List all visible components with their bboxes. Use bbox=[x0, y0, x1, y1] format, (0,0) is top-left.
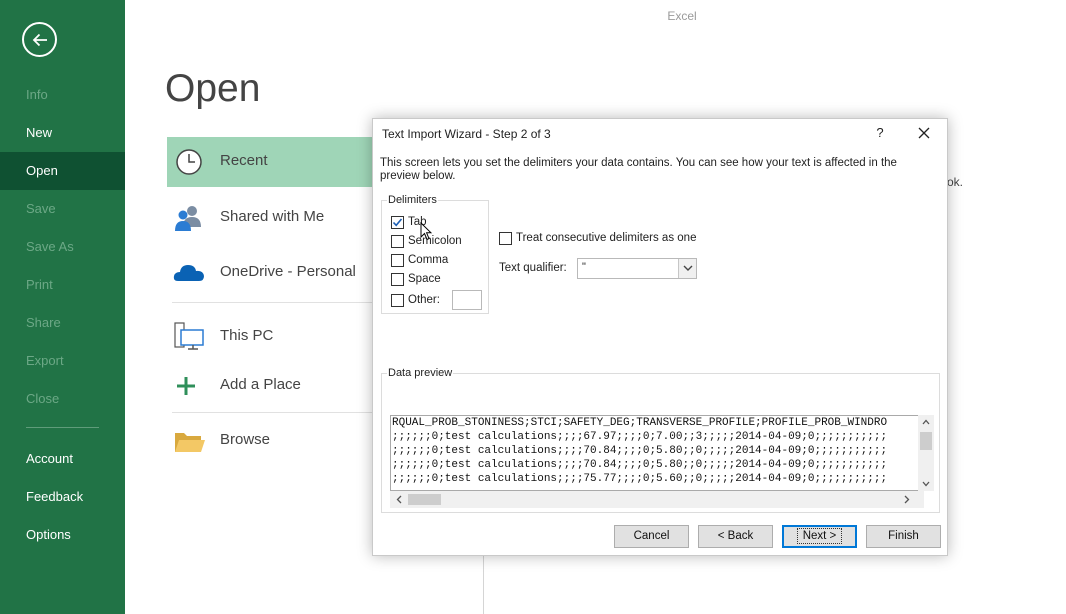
nav-feedback[interactable]: Feedback bbox=[0, 478, 125, 516]
close-icon bbox=[918, 127, 930, 139]
preview-line: ;;;;;;0;test calculations;;;;67.97;;;;0;… bbox=[392, 431, 888, 443]
other-delimiter-input[interactable] bbox=[452, 290, 482, 310]
location-label: OneDrive - Personal bbox=[220, 263, 356, 280]
dialog-description: This screen lets you set the delimiters … bbox=[380, 157, 897, 182]
plus-icon bbox=[177, 377, 195, 395]
finish-button[interactable]: Finish bbox=[866, 525, 941, 548]
data-preview-legend: Data preview bbox=[387, 367, 454, 379]
nav-open[interactable]: Open bbox=[0, 152, 125, 190]
help-button[interactable]: ? bbox=[873, 125, 887, 140]
location-label: Add a Place bbox=[220, 376, 301, 393]
arrow-left-icon bbox=[32, 33, 47, 47]
scroll-up-icon[interactable] bbox=[922, 419, 930, 425]
preview-line: ;;;;;;0;test calculations;;;;75.77;;;;0;… bbox=[392, 473, 888, 485]
nav-save[interactable]: Save bbox=[0, 190, 125, 228]
nav-options[interactable]: Options bbox=[0, 516, 125, 554]
nav-new[interactable]: New bbox=[0, 114, 125, 152]
app-title: Excel bbox=[667, 9, 697, 23]
location-label: Browse bbox=[220, 431, 271, 448]
cloud-icon bbox=[173, 265, 204, 281]
space-checkbox[interactable] bbox=[391, 273, 404, 286]
preview-horizontal-scrollbar[interactable] bbox=[390, 491, 924, 508]
tab-checkbox[interactable] bbox=[391, 216, 404, 229]
comma-label: Comma bbox=[408, 254, 449, 266]
data-preview-box[interactable]: RQUAL_PROB_STONINESS;STCI;SAFETY_DEG;TRA… bbox=[390, 415, 924, 491]
location-label: This PC bbox=[220, 327, 274, 344]
preview-line: RQUAL_PROB_STONINESS;STCI;SAFETY_DEG;TRA… bbox=[392, 417, 888, 429]
back-button[interactable]: < Back bbox=[698, 525, 773, 548]
horizontal-scroll-thumb[interactable] bbox=[408, 494, 441, 505]
dropdown-button[interactable] bbox=[678, 259, 696, 278]
backstage-sidebar: Info New Open Save Save As Print Share E… bbox=[0, 0, 125, 614]
next-button[interactable]: Next > bbox=[782, 525, 857, 548]
scroll-left-icon[interactable] bbox=[396, 495, 402, 504]
preview-line: ;;;;;;0;test calculations;;;;70.84;;;;0;… bbox=[392, 445, 888, 457]
other-label: Other: bbox=[408, 294, 440, 306]
page-title: Open bbox=[165, 67, 261, 110]
nav-info[interactable]: Info bbox=[0, 76, 125, 114]
text-qualifier-label: Text qualifier: bbox=[499, 262, 567, 274]
clock-icon bbox=[176, 149, 202, 175]
semicolon-checkbox[interactable] bbox=[391, 235, 404, 248]
space-label: Space bbox=[408, 273, 441, 285]
nav-share[interactable]: Share bbox=[0, 304, 125, 342]
nav-account[interactable]: Account bbox=[0, 440, 125, 478]
scroll-down-icon[interactable] bbox=[922, 481, 930, 487]
other-checkbox[interactable] bbox=[391, 294, 404, 307]
location-label: Recent bbox=[220, 152, 268, 169]
computer-icon bbox=[174, 322, 204, 350]
consecutive-delimiters-label: Treat consecutive delimiters as one bbox=[516, 232, 697, 244]
text-import-wizard-dialog: Text Import Wizard - Step 2 of 3 ? This … bbox=[372, 118, 948, 556]
semicolon-label: Semicolon bbox=[408, 235, 462, 247]
location-label: Shared with Me bbox=[220, 208, 325, 225]
consecutive-delimiters-checkbox[interactable] bbox=[499, 232, 512, 245]
nav-save-as[interactable]: Save As bbox=[0, 228, 125, 266]
people-icon bbox=[175, 206, 201, 231]
text-qualifier-select[interactable]: " bbox=[577, 258, 697, 279]
delimiters-group: Delimiters Tab Semicolon Comma Space Oth… bbox=[381, 194, 489, 314]
vertical-scroll-thumb[interactable] bbox=[920, 432, 932, 450]
comma-checkbox[interactable] bbox=[391, 254, 404, 267]
back-button[interactable] bbox=[22, 22, 57, 57]
nav-export[interactable]: Export bbox=[0, 342, 125, 380]
preview-lines: RQUAL_PROB_STONINESS;STCI;SAFETY_DEG;TRA… bbox=[391, 416, 915, 490]
nav-divider bbox=[26, 427, 99, 428]
dialog-title: Text Import Wizard - Step 2 of 3 bbox=[382, 127, 551, 141]
data-preview-group: Data preview RQUAL_PROB_STONINESS;STCI;S… bbox=[381, 367, 940, 513]
pane-divider bbox=[483, 555, 484, 614]
preview-vertical-scrollbar[interactable] bbox=[918, 415, 934, 491]
preview-line: ;;;;;;0;test calculations;;;;70.84;;;;0;… bbox=[392, 459, 888, 471]
nav-close[interactable]: Close bbox=[0, 380, 125, 418]
folder-icon bbox=[175, 433, 205, 452]
recent-pane-text: ok. bbox=[947, 175, 964, 189]
mouse-cursor-icon bbox=[420, 222, 432, 241]
delimiters-legend: Delimiters bbox=[387, 194, 438, 206]
scroll-right-icon[interactable] bbox=[904, 495, 910, 504]
chevron-down-icon bbox=[683, 265, 693, 271]
nav-print[interactable]: Print bbox=[0, 266, 125, 304]
checkmark-icon bbox=[392, 218, 403, 227]
next-button-label: Next > bbox=[796, 528, 843, 544]
cancel-button[interactable]: Cancel bbox=[614, 525, 689, 548]
text-qualifier-value: " bbox=[582, 261, 586, 273]
close-button[interactable] bbox=[914, 123, 934, 143]
